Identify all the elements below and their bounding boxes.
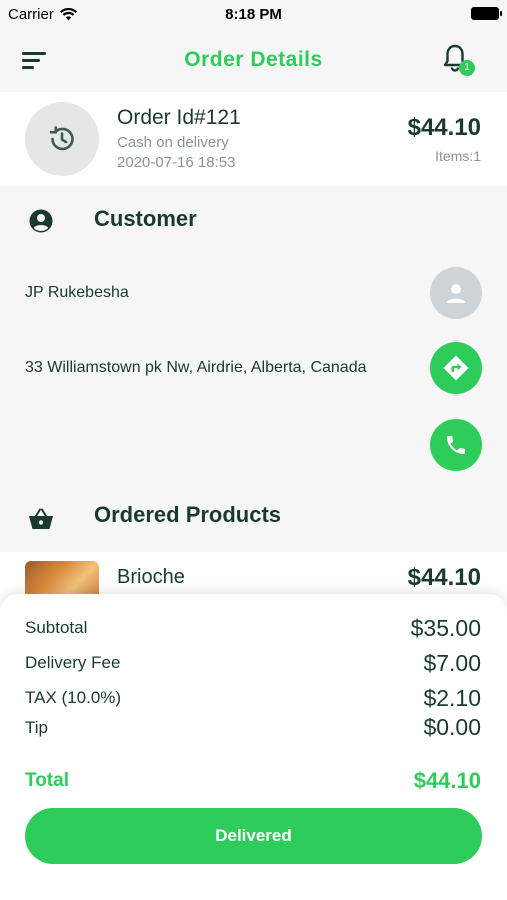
total-value: $44.10 [413, 768, 481, 793]
directions-button[interactable] [430, 342, 482, 394]
notification-badge: 1 [459, 60, 475, 76]
delivered-button[interactable]: Delivered [25, 808, 482, 864]
app-header: Order Details 1 [0, 30, 507, 92]
payment-method: Cash on delivery [117, 134, 229, 151]
status-bar: Carrier 8:18 PM [0, 0, 507, 30]
order-id: Order Id#121 [117, 106, 241, 129]
status-time: 8:18 PM [225, 6, 282, 23]
order-date: 2020-07-16 18:53 [117, 154, 236, 171]
tax-value: $2.10 [423, 685, 481, 711]
product-price: $44.10 [407, 564, 481, 591]
customer-section-header: Customer [0, 198, 507, 248]
products-section-header: Ordered Products [0, 494, 507, 544]
order-card: Order Id#121 Cash on delivery 2020-07-16… [0, 92, 507, 186]
user-circle-icon [29, 209, 53, 233]
phone-icon [447, 436, 465, 454]
page-title: Order Details [184, 48, 323, 71]
customer-section-title: Customer [94, 206, 197, 231]
tip-label: Tip [25, 718, 48, 737]
order-summary-sheet: Subtotal $35.00 Delivery Fee $7.00 TAX (… [0, 594, 507, 900]
products-section-title: Ordered Products [94, 502, 282, 527]
delivery-fee-value: $7.00 [423, 650, 481, 676]
customer-address: 33 Williamstown pk Nw, Airdrie, Alberta,… [25, 359, 367, 376]
tip-value: $0.00 [423, 714, 481, 740]
directions-icon [443, 355, 469, 381]
avatar-icon [446, 284, 466, 303]
customer-avatar-button[interactable] [430, 267, 482, 319]
battery-icon [471, 7, 502, 20]
delivery-fee-label: Delivery Fee [25, 653, 121, 672]
notifications-button[interactable]: 1 [443, 44, 475, 76]
customer-name: JP Rukebesha [25, 284, 129, 301]
tax-label: TAX (10.0%) [25, 688, 122, 707]
history-icon [49, 126, 74, 151]
subtotal-value: $35.00 [410, 615, 481, 641]
total-label: Total [25, 770, 69, 791]
product-name: Brioche [117, 566, 185, 588]
order-items-count: Items:1 [435, 148, 481, 164]
order-total: $44.10 [407, 114, 481, 141]
subtotal-label: Subtotal [25, 618, 88, 637]
order-status-avatar [25, 102, 99, 176]
call-button[interactable] [430, 419, 482, 471]
basket-icon [29, 508, 53, 529]
